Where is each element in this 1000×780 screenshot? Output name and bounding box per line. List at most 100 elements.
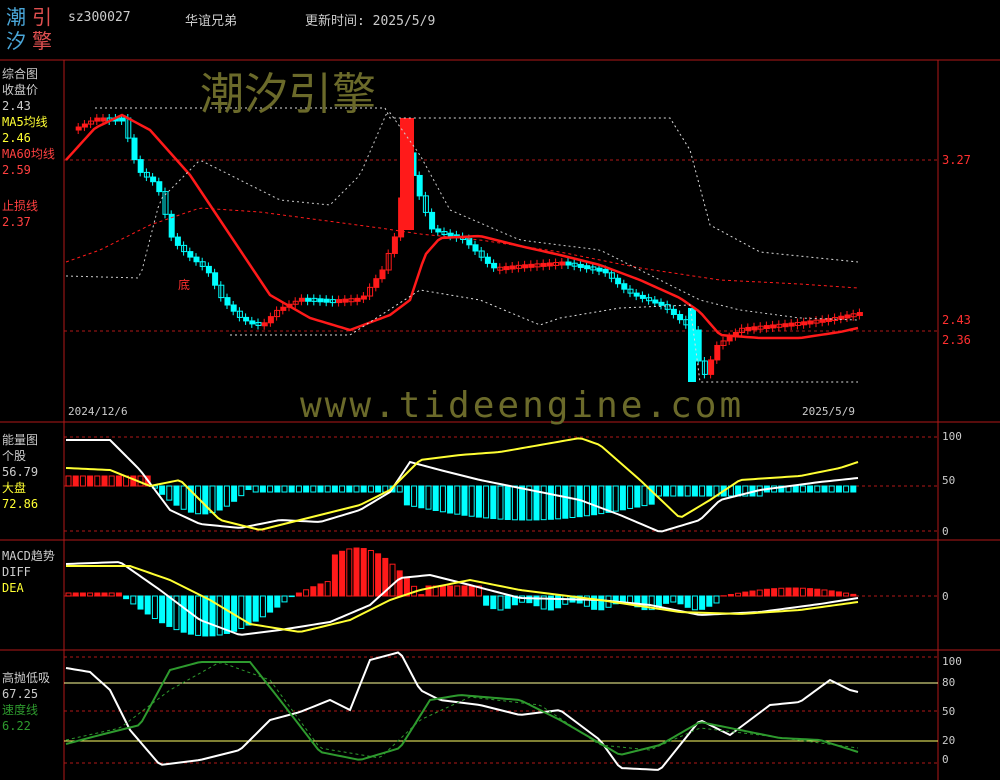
candle (243, 316, 250, 322)
legend-spacer (2, 178, 55, 198)
macd-bar (130, 595, 137, 605)
candle (670, 308, 677, 316)
energy-bar (403, 485, 410, 506)
candle (447, 232, 454, 237)
energy-bar (259, 485, 266, 493)
logo-char-2: 引 (32, 5, 52, 29)
energy-bar (605, 485, 612, 513)
energy-bar (591, 485, 598, 516)
macd-bar (468, 585, 475, 597)
logo-char-1: 潮 (6, 5, 26, 29)
candle (546, 262, 553, 267)
energy-bar (331, 485, 338, 493)
macd-bar (367, 549, 374, 597)
scale-label: 80 (942, 676, 956, 689)
macd-bar (497, 595, 504, 611)
energy-bar (375, 485, 382, 493)
legend-value: 72.86 (2, 497, 39, 511)
macd-bar (339, 550, 346, 597)
macd-bar (461, 585, 468, 597)
candle (119, 117, 126, 122)
candle (205, 265, 212, 274)
candle (652, 299, 659, 304)
energy-bar (504, 485, 511, 521)
energy-bar (317, 485, 324, 493)
macd-bar (439, 585, 446, 597)
macd-bar (619, 595, 626, 603)
macd-bar (288, 595, 295, 598)
macd-bar (353, 547, 360, 597)
watermark-bottom: www.tideengine.com (300, 385, 745, 426)
macd-bar (655, 595, 662, 608)
energy-bar (699, 485, 706, 497)
macd-bar (159, 595, 166, 624)
candle (751, 326, 758, 331)
candle (819, 318, 826, 323)
price-label-high: 3.27 (942, 153, 971, 167)
energy-bar (166, 485, 173, 501)
energy-bar (108, 475, 115, 487)
energy-bar (432, 485, 439, 511)
candle (509, 265, 516, 270)
energy-bar (209, 485, 216, 514)
candle (491, 262, 498, 269)
macd-bar (814, 588, 821, 597)
candle (416, 174, 423, 197)
macd-bar (123, 595, 130, 600)
energy-bar (814, 485, 821, 493)
scale-label: 100 (942, 655, 962, 668)
macd-bar (706, 595, 713, 607)
energy-bar (799, 485, 806, 493)
macd-bar (418, 594, 425, 597)
legend-label: DIFF (2, 565, 31, 579)
candle (770, 324, 777, 329)
macd-bar (691, 595, 698, 611)
energy-bar (396, 485, 403, 493)
energy-bar (569, 485, 576, 519)
macd-bar (274, 595, 281, 608)
macd-bar (79, 592, 86, 597)
energy-bar (828, 485, 835, 493)
date-start: 2024/12/6 (68, 405, 128, 418)
macd-bar (807, 588, 814, 597)
macd-bar (324, 581, 331, 597)
candle (360, 295, 367, 300)
macd-bar (360, 548, 367, 597)
macd-bar (223, 595, 230, 634)
legend-label: 速度线 (2, 703, 39, 717)
candle (174, 236, 181, 246)
energy-bar (490, 485, 497, 520)
candle (249, 320, 256, 325)
candle (187, 251, 194, 258)
candle (100, 117, 107, 122)
candle (466, 238, 473, 246)
candle (856, 312, 863, 317)
energy-bar (288, 485, 295, 493)
energy-bar (238, 485, 245, 497)
energy-bar (295, 485, 302, 493)
speed-line-dashed (65, 662, 859, 759)
legend-label: 综合图 (2, 67, 39, 81)
energy-bar (641, 485, 648, 507)
candle (503, 266, 510, 271)
candle (565, 261, 572, 266)
legend-label: 止损线 (2, 199, 39, 213)
stock-name: 华谊兄弟 (185, 14, 238, 29)
macd-bar (115, 592, 122, 597)
candle (615, 277, 622, 285)
energy-bar (94, 475, 101, 487)
macd-bar (591, 595, 598, 610)
energy-bar (115, 475, 122, 487)
energy-bar (216, 485, 223, 511)
energy-bar (310, 485, 317, 493)
legend-label: MA60均线 (2, 147, 55, 161)
energy-bar (562, 485, 569, 519)
macd-bar (144, 595, 151, 615)
candle (280, 306, 287, 311)
macd-bar (303, 589, 310, 597)
macd-bar (749, 590, 756, 597)
candle (94, 117, 101, 122)
macd-bar (778, 587, 785, 597)
energy-bar (346, 485, 353, 493)
energy-bar (475, 485, 482, 518)
